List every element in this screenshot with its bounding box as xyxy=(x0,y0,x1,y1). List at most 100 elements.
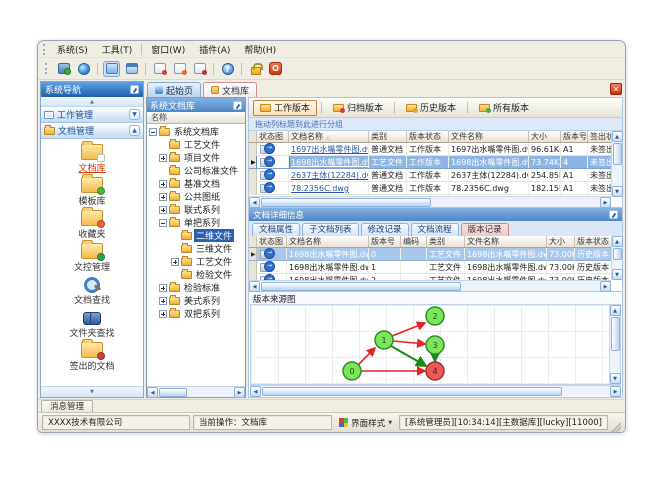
tree-node[interactable]: 工艺文件 xyxy=(147,138,245,151)
tree-node[interactable]: 工艺文件 xyxy=(147,255,245,268)
document-row[interactable]: 78.2356C.dwg 普通文档 工作版本 78.2356C.dwg 182.… xyxy=(249,182,622,195)
resize-grip[interactable] xyxy=(611,422,621,432)
tree-node[interactable]: 双把系列 xyxy=(147,307,245,320)
document-row-selected[interactable]: ▶ 1698出水嘴零件图.dwg 工艺文件 工作版本 1698出水嘴零件图.dw… xyxy=(249,156,622,169)
scroll-up-icon[interactable]: ▲ xyxy=(611,236,623,247)
scroll-right-icon[interactable]: ▶ xyxy=(234,386,245,398)
sidebar-group-document[interactable]: 文档管理 ▲ xyxy=(41,123,143,139)
sidebar-item-template-library[interactable]: 模板库 xyxy=(44,174,140,207)
doc-cancel-icon[interactable] xyxy=(191,61,208,77)
scroll-thumb[interactable] xyxy=(612,248,622,260)
menu-tools[interactable]: 工具(T) xyxy=(95,42,140,57)
column-header-docname[interactable]: 文档名称 xyxy=(287,236,369,247)
collapse-icon[interactable] xyxy=(149,127,157,136)
tree-node[interactable]: 联式系列 xyxy=(147,203,245,216)
tree-node[interactable]: 公共图纸 xyxy=(147,190,245,203)
expand-icon[interactable] xyxy=(171,257,179,266)
column-header-status[interactable]: 状态图 xyxy=(257,131,289,142)
document-row[interactable]: 2637主体(12284).dwg 普通文档 工作版本 2637主体(12284… xyxy=(249,169,622,182)
graph-vertical-scrollbar[interactable]: ▲ ▼ xyxy=(609,305,621,384)
tree-node[interactable]: 美式系列 xyxy=(147,294,245,307)
scroll-right-icon[interactable]: ▶ xyxy=(600,280,611,292)
sidebar-item-folder-search[interactable]: 文件夹查找 xyxy=(44,309,140,339)
expand-icon[interactable] xyxy=(159,296,167,305)
column-header-version[interactable]: 版本号 xyxy=(561,131,588,142)
tree-node[interactable]: 基准文档 xyxy=(147,177,245,190)
scroll-right-icon[interactable]: ▶ xyxy=(600,196,611,208)
document-link[interactable]: 1698出水嘴零件图.dwg xyxy=(291,158,368,167)
sidebar-scroll-up[interactable]: ▲ xyxy=(41,97,143,107)
tree-node[interactable]: 公司标准文件 xyxy=(147,164,245,177)
folder-icon[interactable] xyxy=(103,60,120,77)
document-link[interactable]: 78.2356C.dwg xyxy=(291,184,349,193)
pin-icon[interactable] xyxy=(609,210,618,219)
pin-icon[interactable] xyxy=(233,100,242,110)
tab-doc-properties[interactable]: 文档属性 xyxy=(252,223,301,236)
tab-version-records[interactable]: 版本记录 xyxy=(460,223,509,236)
document-row[interactable]: 1697出水嘴零件图.dwg 普通文档 工作版本 1697出水嘴零件图.dwg … xyxy=(249,143,622,156)
version-row[interactable]: 1698出水嘴零件图.dwg 1 工艺文件 1698出水嘴零件图.dwg 73.… xyxy=(249,261,622,274)
column-header-size[interactable]: 大小 xyxy=(529,131,561,142)
scroll-thumb[interactable] xyxy=(610,317,620,351)
grid-horizontal-scrollbar[interactable]: ◀ ▶ xyxy=(249,196,611,208)
scroll-up-icon[interactable]: ▲ xyxy=(609,305,621,316)
menu-help[interactable]: 帮助(H) xyxy=(237,42,283,57)
tab-start-page[interactable]: 起始页 xyxy=(147,82,202,97)
column-header-category[interactable]: 类别 xyxy=(369,131,407,142)
tree-node-selected[interactable]: 二维文件 xyxy=(147,229,245,242)
column-header-filename[interactable]: 文件名称 xyxy=(465,236,547,247)
ui-style-button[interactable]: 界面样式 ▼ xyxy=(335,415,396,430)
scroll-thumb[interactable] xyxy=(262,386,562,396)
grid-vertical-scrollbar[interactable]: ▲ ▼ xyxy=(611,236,623,280)
chevron-up-icon[interactable]: ▲ xyxy=(129,125,140,136)
tree-node[interactable]: 检验标准 xyxy=(147,281,245,294)
column-header-version[interactable]: 版本号 xyxy=(369,236,401,247)
sidebar-scroll-down[interactable]: ▼ xyxy=(41,386,143,397)
toolbar-grip[interactable] xyxy=(45,63,48,74)
column-header-filename[interactable]: 文件名称 xyxy=(449,131,529,142)
monitor-icon[interactable] xyxy=(55,61,72,77)
graph-horizontal-scrollbar[interactable]: ◀ ▶ xyxy=(250,385,621,397)
doc-checkout-icon[interactable] xyxy=(171,61,188,77)
version-row[interactable]: 1698出水嘴零件图.dwg 2 工艺文件 1698出水嘴零件图.dwg 73.… xyxy=(249,274,622,280)
expand-icon[interactable] xyxy=(159,153,167,162)
version-row-selected[interactable]: ▶ 1698出水嘴零件图.dwg 0 工艺文件 1698出水嘴零件图.dwg 7… xyxy=(249,248,622,261)
scroll-thumb[interactable] xyxy=(159,387,187,397)
tree-node[interactable]: 检验文件 xyxy=(147,268,245,281)
tree-column-header[interactable]: 名称 xyxy=(147,112,245,124)
menu-plugins[interactable]: 插件(A) xyxy=(192,42,237,57)
group-by-hint[interactable]: 拖动列标题到此进行分组 xyxy=(249,118,622,131)
scroll-thumb[interactable] xyxy=(261,281,461,291)
scroll-left-icon[interactable]: ◀ xyxy=(250,385,261,397)
scroll-down-icon[interactable]: ▼ xyxy=(609,373,621,384)
expand-icon[interactable] xyxy=(159,309,167,318)
column-header-category[interactable]: 类别 xyxy=(427,236,465,247)
column-header-status[interactable]: 状态图 xyxy=(257,236,287,247)
sidebar-item-checked-out-docs[interactable]: 签出的文档 xyxy=(44,339,140,372)
message-management-tab[interactable]: 消息管理 xyxy=(41,400,94,412)
expand-icon[interactable] xyxy=(159,283,167,292)
scroll-down-icon[interactable]: ▼ xyxy=(611,186,623,197)
tab-modification-records[interactable]: 修改记录 xyxy=(360,223,409,236)
scroll-left-icon[interactable]: ◀ xyxy=(147,386,158,398)
sidebar-group-work[interactable]: 工作管理 ▼ xyxy=(41,107,143,123)
column-header-vstate[interactable]: 版本状态 xyxy=(575,236,615,247)
globe-icon[interactable] xyxy=(75,61,92,77)
scroll-thumb[interactable] xyxy=(612,143,622,165)
column-header-docname[interactable]: 文档名称 △ xyxy=(289,131,369,142)
column-header-size[interactable]: 大小 xyxy=(547,236,575,247)
lock-icon[interactable] xyxy=(247,61,264,77)
scroll-left-icon[interactable]: ◀ xyxy=(249,280,260,292)
expand-icon[interactable] xyxy=(159,205,167,214)
sidebar-item-document-library[interactable]: 文档库 xyxy=(44,141,140,174)
tab-document-library[interactable]: 文档库 xyxy=(203,82,258,97)
history-version-button[interactable]: 历史版本 xyxy=(399,100,463,116)
archive-version-button[interactable]: 归档版本 xyxy=(326,100,390,116)
document-link[interactable]: 2637主体(12284).dwg xyxy=(291,171,368,180)
tab-doc-flow[interactable]: 文档流程 xyxy=(410,223,459,236)
menu-window[interactable]: 窗口(W) xyxy=(144,42,192,57)
grid-horizontal-scrollbar[interactable]: ◀ ▶ xyxy=(249,280,611,292)
menu-system[interactable]: 系统(S) xyxy=(50,42,95,57)
work-version-button[interactable]: 工作版本 xyxy=(253,99,318,116)
scroll-down-icon[interactable]: ▼ xyxy=(611,269,623,280)
